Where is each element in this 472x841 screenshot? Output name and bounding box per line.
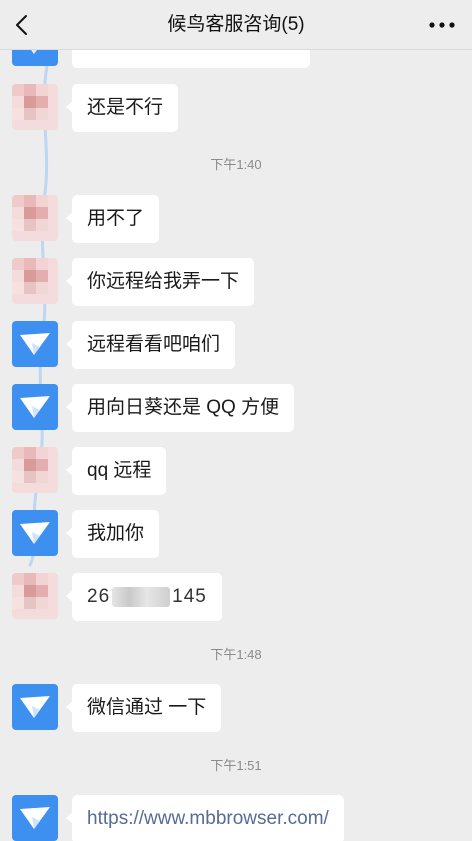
redacted-digits xyxy=(112,586,171,607)
bird-logo-icon xyxy=(31,50,37,54)
bird-logo-icon xyxy=(20,396,50,418)
message-bubble[interactable]: 微信通过 一下 xyxy=(65,684,222,732)
avatar-user[interactable] xyxy=(12,447,58,493)
more-button[interactable] xyxy=(422,10,462,40)
message-bubble[interactable]: 还是不行 xyxy=(65,84,179,132)
more-dots-icon xyxy=(429,22,455,28)
timestamp: 下午1:40 xyxy=(210,157,262,172)
bird-logo-icon xyxy=(20,522,50,544)
message-bubble[interactable]: 你远程给我弄一下 xyxy=(65,258,255,306)
chat-title: 候鸟客服咨询(5) xyxy=(167,14,305,35)
avatar-customer-service[interactable] xyxy=(12,795,58,841)
avatar-user[interactable] xyxy=(12,573,58,619)
qq-number-prefix: 26 xyxy=(87,586,111,607)
timestamp: 下午1:51 xyxy=(210,758,262,773)
message-bubble[interactable] xyxy=(72,50,310,68)
message-bubble[interactable]: 远程看看吧咱们 xyxy=(65,321,236,369)
bird-logo-icon xyxy=(20,333,50,355)
timestamp: 下午1:48 xyxy=(210,647,262,662)
bird-logo-icon xyxy=(20,696,50,718)
bird-logo-icon xyxy=(20,807,50,829)
avatar-customer-service[interactable] xyxy=(12,510,58,556)
avatar-customer-service[interactable] xyxy=(12,684,58,730)
message-bubble[interactable]: qq 远程 xyxy=(65,447,167,495)
avatar-customer-service[interactable] xyxy=(12,321,58,367)
avatar-user[interactable] xyxy=(12,195,58,241)
avatar-user[interactable] xyxy=(12,84,58,130)
qq-number-suffix: 145 xyxy=(172,586,207,607)
message-link[interactable]: https://www.mbbrowser.com/ xyxy=(66,795,344,841)
chat-header: 候鸟客服咨询(5) xyxy=(0,0,472,50)
avatar-customer-service[interactable] xyxy=(12,50,58,66)
avatar-customer-service[interactable] xyxy=(12,384,58,430)
message-bubble-qq-number[interactable]: 26 145 xyxy=(66,573,222,621)
message-bubble[interactable]: 我加你 xyxy=(65,510,160,558)
chat-message-list[interactable]: 还是不行 下午1:40 用不了 你远程给我弄一下 远程看看吧咱们 用向日葵还是 … xyxy=(0,50,472,841)
message-bubble[interactable]: 用向日葵还是 QQ 方便 xyxy=(65,384,295,432)
avatar-user[interactable] xyxy=(12,258,58,304)
message-bubble[interactable]: 用不了 xyxy=(65,195,160,243)
